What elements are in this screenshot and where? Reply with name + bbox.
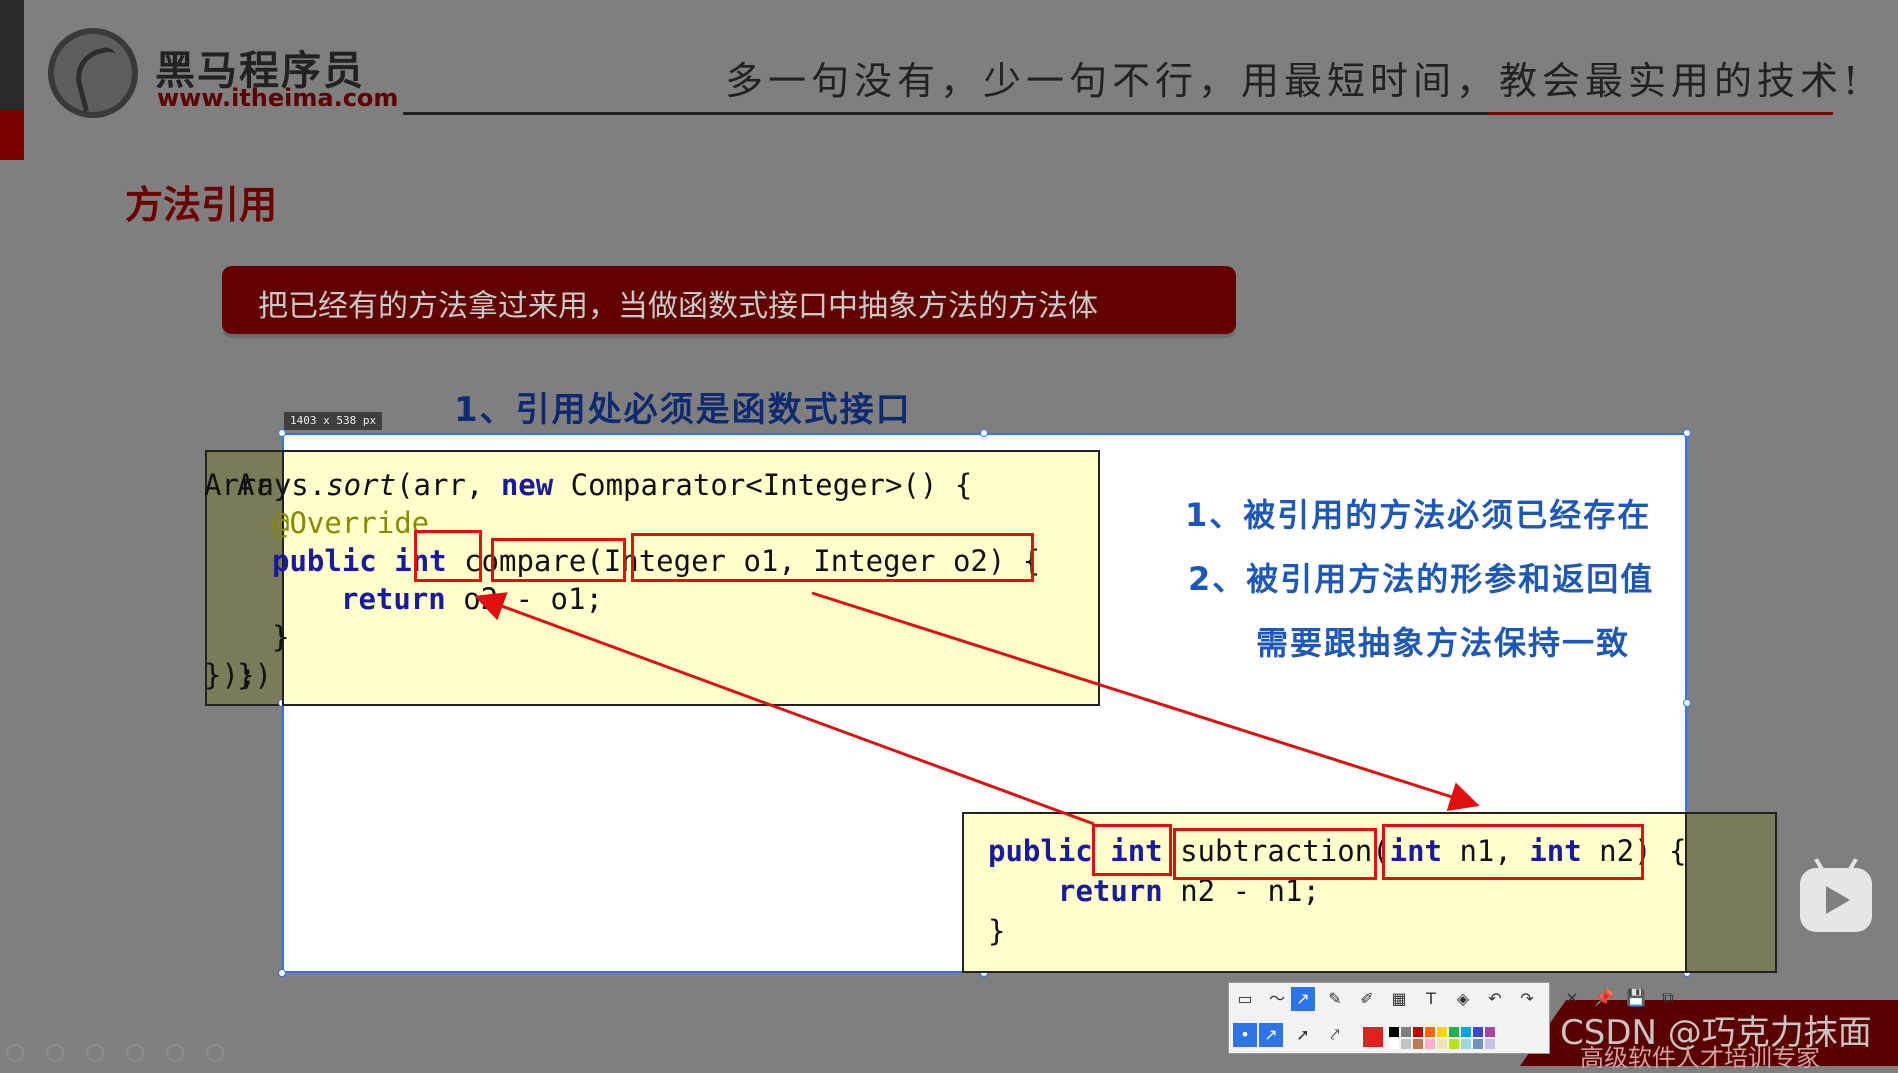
color-swatch[interactable] — [1425, 1027, 1435, 1037]
player-control-icon[interactable] — [46, 1044, 64, 1062]
player-control-icon[interactable] — [206, 1044, 224, 1062]
note-rule-3: 需要跟抽象方法保持一致 — [1256, 624, 1631, 662]
color-swatch[interactable] — [1413, 1039, 1423, 1049]
redo-icon[interactable]: ↷ — [1515, 987, 1539, 1011]
undo-icon[interactable]: ↶ — [1483, 987, 1507, 1011]
color-swatch[interactable] — [1389, 1027, 1399, 1037]
arrow-style-icon[interactable]: ↗ — [1259, 1023, 1283, 1047]
color-swatch[interactable] — [1401, 1027, 1411, 1037]
arrow-return-type — [474, 592, 1095, 826]
color-swatch[interactable] — [1401, 1039, 1411, 1049]
note-rule-2: 2、被引用方法的形参和返回值 — [1188, 560, 1655, 598]
arrow-style-2-icon[interactable]: ➚ — [1291, 1023, 1315, 1047]
color-swatch[interactable] — [1437, 1039, 1447, 1049]
color-swatch[interactable] — [1425, 1039, 1435, 1049]
arrow-icon[interactable]: ↗ — [1291, 987, 1315, 1011]
current-color-swatch[interactable] — [1363, 1027, 1383, 1047]
color-swatch[interactable] — [1437, 1027, 1447, 1037]
player-controls — [0, 1040, 240, 1066]
text-tool[interactable]: T — [1419, 987, 1443, 1011]
marker-icon[interactable]: ✐ — [1355, 987, 1379, 1011]
eraser-icon[interactable]: ◈ — [1451, 987, 1475, 1011]
color-swatch[interactable] — [1449, 1039, 1459, 1049]
color-swatch[interactable] — [1485, 1039, 1495, 1049]
player-control-icon[interactable] — [86, 1044, 104, 1062]
color-swatch[interactable] — [1449, 1027, 1459, 1037]
bilibili-play-icon[interactable] — [1800, 858, 1872, 932]
color-swatch[interactable] — [1461, 1039, 1471, 1049]
color-swatch[interactable] — [1473, 1027, 1483, 1037]
rect-icon[interactable]: ▭ — [1233, 987, 1257, 1011]
pin-icon[interactable]: 📌 — [1592, 986, 1616, 1010]
watermark-tagline: 高级软件人才培训专家 — [1580, 1044, 1820, 1072]
pencil-icon[interactable]: ✎ — [1323, 987, 1347, 1011]
size-small-icon[interactable]: • — [1233, 1023, 1257, 1047]
color-swatch[interactable] — [1485, 1027, 1495, 1037]
save-icon[interactable]: 💾 — [1624, 986, 1648, 1010]
player-control-icon[interactable] — [166, 1044, 184, 1062]
color-swatch[interactable] — [1473, 1039, 1483, 1049]
screenshot-toolbar: ▭ 〜 ↗ ✎ ✐ ▦ T ◈ ↶ ↷ • ↗ ➚ ⤤ — [1228, 982, 1550, 1054]
color-swatch[interactable] — [1461, 1027, 1471, 1037]
player-control-icon[interactable] — [6, 1044, 24, 1062]
arrow-style-3-icon[interactable]: ⤤ — [1323, 1023, 1347, 1047]
copy-icon[interactable]: ⧉ — [1656, 986, 1680, 1010]
close-tool[interactable]: × — [1560, 986, 1584, 1010]
mosaic-icon[interactable]: ▦ — [1387, 987, 1411, 1011]
curve-icon[interactable]: 〜 — [1265, 987, 1289, 1011]
player-control-icon[interactable] — [126, 1044, 144, 1062]
note-rule-1: 1、被引用的方法必须已经存在 — [1185, 496, 1652, 534]
color-swatch[interactable] — [1413, 1027, 1423, 1037]
color-swatch[interactable] — [1389, 1039, 1399, 1049]
